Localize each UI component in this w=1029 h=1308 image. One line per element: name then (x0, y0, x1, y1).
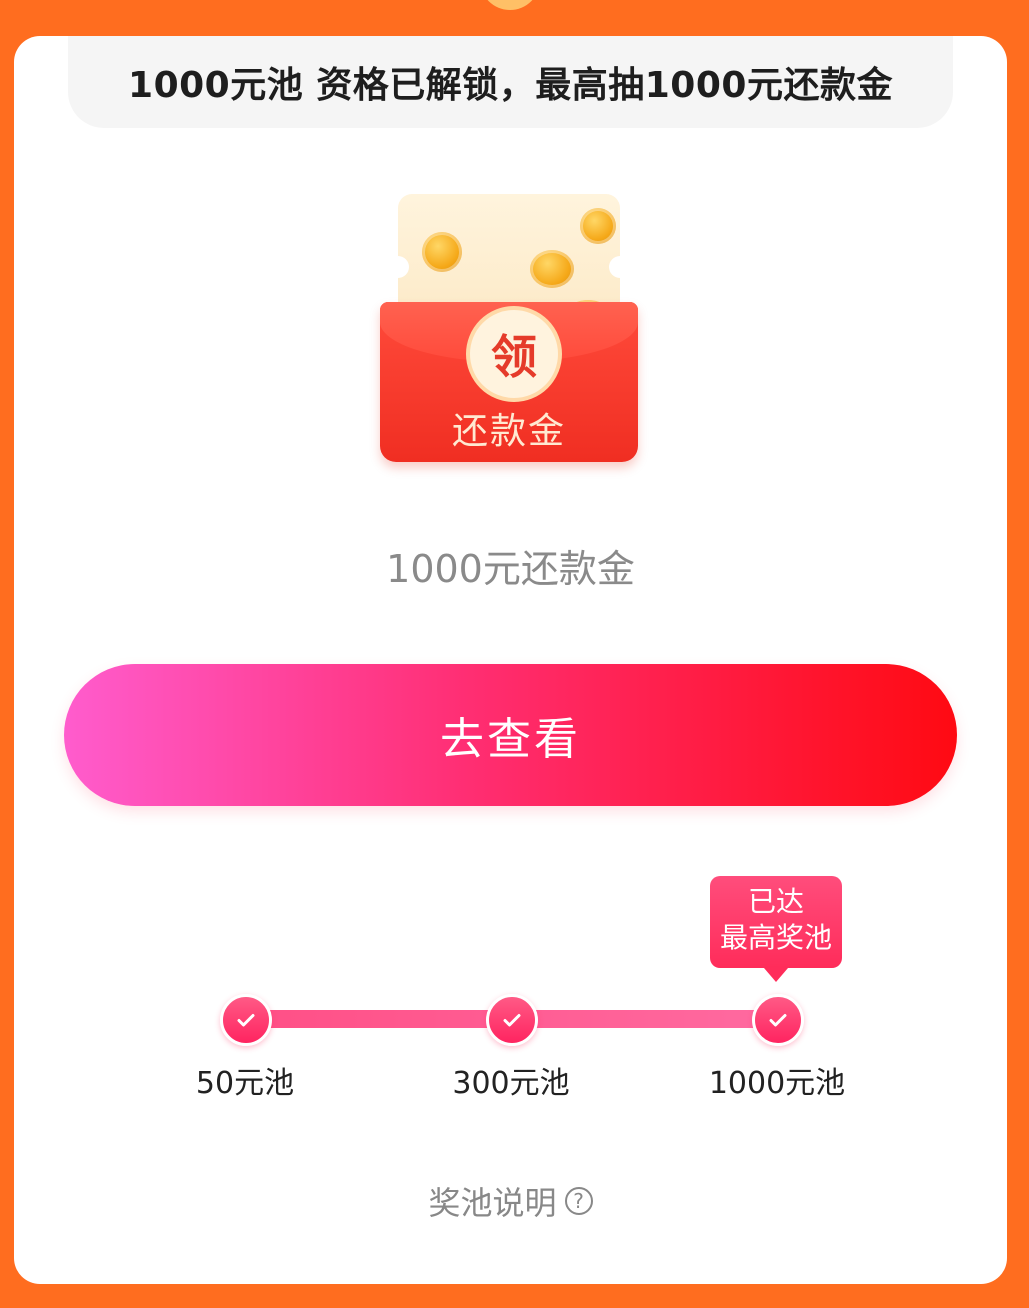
header-title: 1000元池 资格已解锁，最高抽1000元还款金 (128, 65, 893, 106)
envelope-label: 还款金 (451, 411, 566, 452)
check-icon (503, 1014, 521, 1027)
tier-node-50 (220, 994, 272, 1046)
view-button[interactable]: 去查看 (64, 664, 957, 806)
reward-amount: 1000元还款金 (386, 547, 635, 591)
red-envelope-icon: 领 还款金 (380, 190, 640, 470)
max-pool-badge: 已达 最高奖池 (710, 876, 842, 982)
claim-badge: 领 (466, 306, 562, 402)
coin-icon (580, 208, 616, 244)
badge-line-1: 已达 (747, 885, 804, 918)
tier-label-50: 50元池 (195, 1066, 295, 1101)
coin-icon (422, 232, 462, 272)
explain-label: 奖池说明 (428, 1184, 557, 1222)
question-circle-icon[interactable]: ? (564, 1187, 593, 1215)
tier-node-1000 (752, 994, 804, 1046)
pool-explanation-link[interactable]: 奖池说明 ? (14, 1178, 1007, 1224)
header-banner: 1000元池 资格已解锁，最高抽1000元还款金 (68, 36, 953, 128)
check-icon (237, 1014, 255, 1027)
badge-line-2: 最高奖池 (719, 921, 832, 954)
tier-label-300: 300元池 (452, 1066, 570, 1101)
tier-label-1000: 1000元池 (708, 1066, 846, 1101)
top-notch-decoration (480, 0, 540, 10)
check-icon (769, 1014, 787, 1027)
tier-node-300 (486, 994, 538, 1046)
coin-icon (530, 250, 574, 288)
prize-card: 1000元池 资格已解锁，最高抽1000元还款金 领 还款金 1000元还款金 … (14, 36, 1007, 1284)
